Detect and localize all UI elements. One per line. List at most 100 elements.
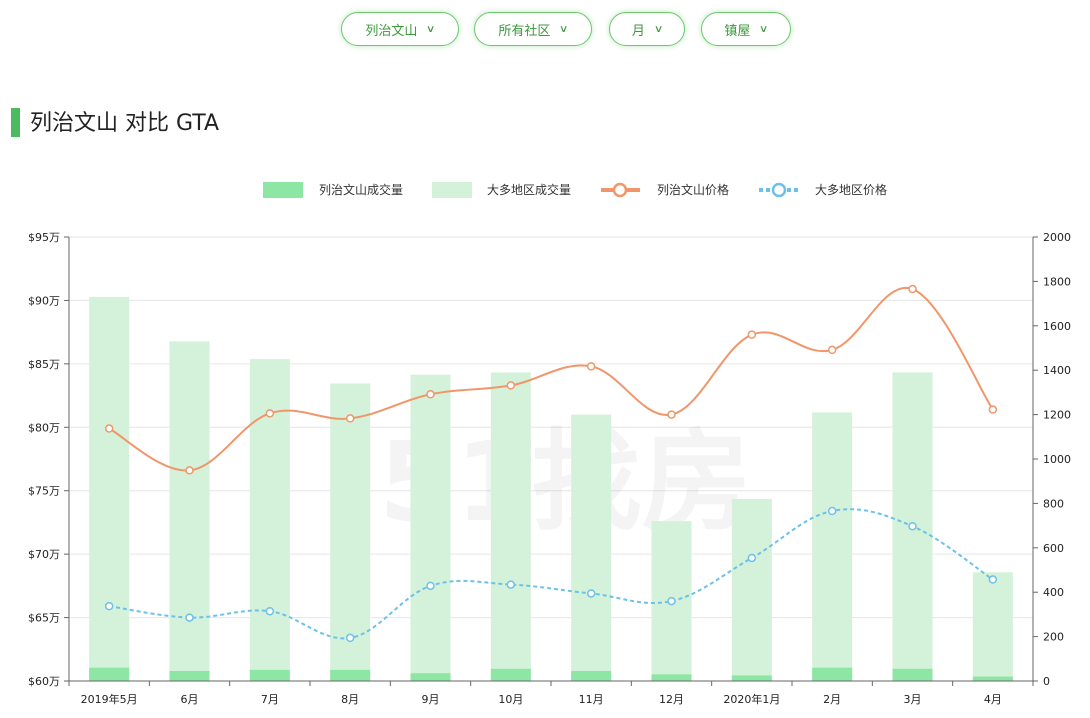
filter-bar: 列治文山 ∨ 所有社区 ∨ 月 ∨ 镇屋 ∨ [0, 12, 1090, 52]
right-axis-tick-label: 200 [1043, 631, 1064, 644]
legend-label-local-price: 列治文山价格 [657, 182, 729, 197]
right-axis-tick-label: 0 [1043, 675, 1050, 688]
legend-label-local-volume: 列治文山成交量 [319, 182, 403, 197]
right-axis-tick-label: 1200 [1043, 409, 1071, 422]
gta-volume-bar [169, 341, 210, 681]
local-price-point [185, 466, 194, 475]
page-title: 列治文山 对比 GTA [30, 111, 220, 136]
chevron-down-icon: ∨ [559, 23, 569, 35]
local-volume-bar [651, 674, 692, 681]
x-axis-tick-label: 6月 [181, 693, 199, 706]
legend-label-gta-price: 大多地区价格 [815, 182, 887, 197]
chevron-down-icon: ∨ [426, 23, 436, 35]
gta-price-point [265, 606, 275, 616]
gta-price-point [104, 601, 114, 611]
gta-volume-bar [812, 412, 853, 681]
gta-price-point [586, 589, 596, 598]
x-axis-tick-label: 10月 [498, 693, 523, 706]
region-filter-dropdown[interactable]: 列治文山 ∨ [341, 12, 459, 46]
period-filter-dropdown[interactable]: 月 ∨ [609, 12, 685, 46]
chevron-down-icon: ∨ [759, 23, 769, 35]
x-axis-tick-label: 7月 [261, 693, 279, 706]
gta-price-point [988, 575, 998, 584]
local-price-point [667, 410, 676, 419]
gta-volume-bar [731, 498, 772, 681]
local-price-point [104, 424, 114, 433]
left-axis-tick-label: $60万 [28, 675, 60, 688]
local-volume-bar [249, 669, 290, 681]
local-volume-bar [571, 671, 612, 681]
x-axis-tick-label: 2月 [823, 693, 841, 706]
local-volume-bar [812, 667, 853, 681]
local-volume-bar [169, 671, 210, 681]
left-axis-tick-label: $65万 [28, 612, 60, 625]
local-volume-bar [731, 675, 772, 681]
gta-price-point [345, 633, 355, 643]
x-axis-tick-label: 4月 [984, 693, 1002, 706]
gta-price-point [185, 613, 194, 622]
comparison-chart: 列治文山成交量 大多地区成交量 列治文山价格 大多地区价格 51找房 $60万$65万… [28, 182, 1071, 706]
local-volume-bar [490, 668, 531, 681]
local-price-point [747, 330, 757, 339]
left-axis-tick-label: $85万 [28, 358, 60, 371]
right-axis-tick-label: 1400 [1043, 364, 1071, 377]
x-axis-tick-label: 9月 [422, 693, 440, 706]
legend-swatch-local-volume [263, 182, 303, 198]
right-axis-tick-label: 1000 [1043, 453, 1071, 466]
right-axis-tick-label: 2000 [1043, 231, 1071, 244]
x-axis-tick-label: 2020年1月 [723, 692, 780, 706]
gta-volume-bar [249, 359, 290, 681]
property-type-filter-label: 镇屋 [724, 23, 751, 39]
gta-price-point [667, 596, 676, 606]
local-volume-bar [892, 668, 933, 681]
x-axis-tick-label: 2019年5月 [81, 692, 138, 706]
x-axis-tick-label: 8月 [341, 693, 359, 706]
right-axis-tick-label: 600 [1043, 542, 1064, 555]
gta-volume-bar [490, 372, 531, 681]
left-axis-tick-label: $70万 [28, 548, 60, 561]
legend-swatch-gta-volume [432, 182, 472, 198]
chevron-down-icon: ∨ [653, 23, 664, 35]
left-axis-tick-label: $90万 [28, 294, 60, 307]
local-price-point [265, 409, 275, 418]
local-price-point [908, 284, 917, 294]
gta-price-point [506, 580, 516, 589]
title-accent-bar [11, 108, 20, 137]
legend-swatch-local-price-marker [612, 182, 628, 198]
chart-legend: 列治文山成交量 大多地区成交量 列治文山价格 大多地区价格 [263, 182, 887, 198]
local-volume-bar [410, 673, 451, 681]
right-axis-tick-label: 1800 [1043, 275, 1071, 288]
community-filter-label: 所有社区 [498, 23, 551, 39]
gta-volume-bar [410, 374, 451, 681]
local-volume-bar [89, 667, 130, 681]
x-axis-tick-label: 12月 [659, 693, 684, 706]
local-price-point [827, 345, 837, 355]
x-axis-tick-label: 3月 [904, 693, 922, 706]
local-price-point [426, 390, 435, 399]
right-axis-tick-label: 400 [1043, 586, 1064, 599]
local-price-point [988, 405, 998, 414]
local-price-point [586, 362, 596, 371]
left-axis-tick-label: $80万 [28, 421, 60, 434]
legend-swatch-gta-price-marker [771, 182, 787, 198]
local-price-point [506, 381, 516, 390]
community-filter-dropdown[interactable]: 所有社区 ∨ [474, 12, 592, 46]
local-price-point [345, 414, 355, 423]
period-filter-label: 月 [631, 23, 645, 39]
x-axis-tick-label: 11月 [579, 693, 604, 706]
gta-price-point [747, 553, 757, 563]
legend-label-gta-volume: 大多地区成交量 [487, 182, 571, 197]
left-axis-tick-label: $75万 [28, 485, 60, 498]
right-axis-tick-label: 1600 [1043, 320, 1071, 333]
gta-price-point [426, 581, 435, 591]
region-filter-label: 列治文山 [365, 23, 418, 39]
gta-price-point [827, 506, 837, 516]
gta-volume-bar [972, 572, 1013, 681]
property-type-filter-dropdown[interactable]: 镇屋 ∨ [701, 12, 791, 46]
local-volume-bar [972, 676, 1013, 681]
gta-volume-bar [89, 296, 130, 681]
right-axis-tick-label: 800 [1043, 497, 1064, 510]
gta-volume-bar [571, 414, 612, 681]
left-axis-tick-label: $95万 [28, 231, 60, 244]
local-volume-bar [330, 669, 371, 681]
